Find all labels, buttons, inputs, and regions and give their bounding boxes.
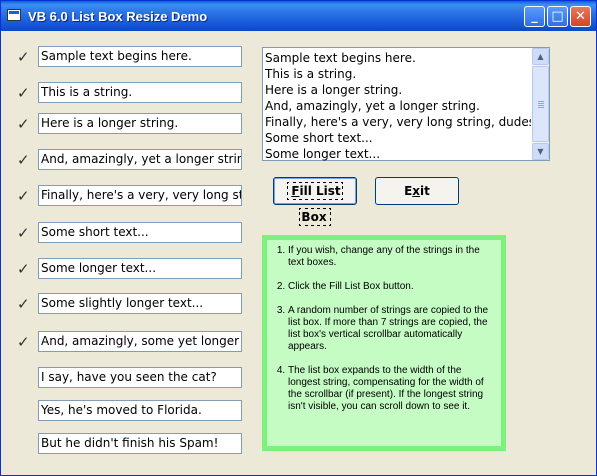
exit-label-post: it xyxy=(420,184,430,198)
fill-list-box-button[interactable]: Fill List Box xyxy=(273,177,357,226)
text-box-12[interactable]: But he didn't finish his Spam! xyxy=(38,433,242,454)
text-box-3[interactable]: Here is a longer string. xyxy=(38,113,242,134)
text-box-8[interactable]: Some slightly longer text... xyxy=(38,293,242,314)
thumb-grip xyxy=(538,101,544,102)
check-icon: ✓ xyxy=(17,187,30,205)
exit-label-accelerator: x xyxy=(412,184,421,198)
text-box-9[interactable]: And, amazingly, some yet longer text xyxy=(38,331,242,352)
check-icon: ✓ xyxy=(17,84,30,102)
scroll-down-icon[interactable]: ▼ xyxy=(532,143,549,160)
instruction-item: The list box expands to the width of the… xyxy=(288,365,495,413)
check-icon: ✓ xyxy=(17,224,30,242)
fill-label-accelerator: F xyxy=(291,184,300,198)
fill-list-box-label: Fill List Box xyxy=(287,182,343,226)
check-icon: ✓ xyxy=(17,48,30,66)
instructions-panel: If you wish, change any of the strings i… xyxy=(262,235,506,451)
vertical-scrollbar[interactable]: ▲ ▼ xyxy=(532,48,549,160)
check-icon: ✓ xyxy=(17,260,30,278)
list-item[interactable]: Some longer text... xyxy=(265,146,531,162)
thumb-grip xyxy=(538,105,544,106)
text-box-2[interactable]: This is a string. xyxy=(38,82,242,103)
minimize-button[interactable]: _ xyxy=(524,6,545,27)
instruction-item: A random number of strings are copied to… xyxy=(288,305,495,353)
text-box-10[interactable]: I say, have you seen the cat? xyxy=(38,367,242,388)
instruction-item: Click the Fill List Box button. xyxy=(288,281,495,293)
list-item[interactable]: Finally, here's a very, very long string… xyxy=(265,114,531,130)
exit-button[interactable]: Exit xyxy=(375,177,459,205)
list-item[interactable]: Sample text begins here. xyxy=(265,50,531,66)
text-box-7[interactable]: Some longer text... xyxy=(38,258,242,279)
list-item[interactable]: This is a string. xyxy=(265,66,531,82)
list-box[interactable]: Sample text begins here. This is a strin… xyxy=(262,47,550,161)
instructions-list: If you wish, change any of the strings i… xyxy=(267,240,501,413)
exit-label: Exit xyxy=(404,184,430,198)
text-box-5[interactable]: Finally, here's a very, very long string… xyxy=(38,185,242,206)
title-bar[interactable]: VB 6.0 List Box Resize Demo _ □ ✕ xyxy=(1,1,596,31)
list-item[interactable]: Some short text... xyxy=(265,130,531,146)
list-box-items: Sample text begins here. This is a strin… xyxy=(265,50,531,162)
app-window-icon[interactable] xyxy=(7,9,21,21)
list-item[interactable]: And, amazingly, yet a longer string. xyxy=(265,98,531,114)
maximize-button[interactable]: □ xyxy=(547,6,568,27)
window-title: VB 6.0 List Box Resize Demo xyxy=(28,9,208,24)
check-icon: ✓ xyxy=(17,151,30,169)
main-window: VB 6.0 List Box Resize Demo _ □ ✕ ✓ Samp… xyxy=(0,0,597,476)
close-button[interactable]: ✕ xyxy=(570,6,591,27)
thumb-grip xyxy=(538,103,544,104)
text-box-6[interactable]: Some short text... xyxy=(38,222,242,243)
list-item[interactable]: Here is a longer string. xyxy=(265,82,531,98)
text-box-1[interactable]: Sample text begins here. xyxy=(38,46,242,67)
text-box-11[interactable]: Yes, he's moved to Florida. xyxy=(38,400,242,421)
check-icon: ✓ xyxy=(17,295,30,313)
scroll-up-icon[interactable]: ▲ xyxy=(532,48,549,65)
fill-label-post: ill List Box xyxy=(299,184,341,224)
instruction-item: If you wish, change any of the strings i… xyxy=(288,245,495,269)
check-icon: ✓ xyxy=(17,115,30,133)
check-icon: ✓ xyxy=(17,333,30,351)
scrollbar-thumb[interactable] xyxy=(532,66,549,142)
thumb-grip xyxy=(538,107,544,108)
text-box-4[interactable]: And, amazingly, yet a longer string. xyxy=(38,149,242,170)
